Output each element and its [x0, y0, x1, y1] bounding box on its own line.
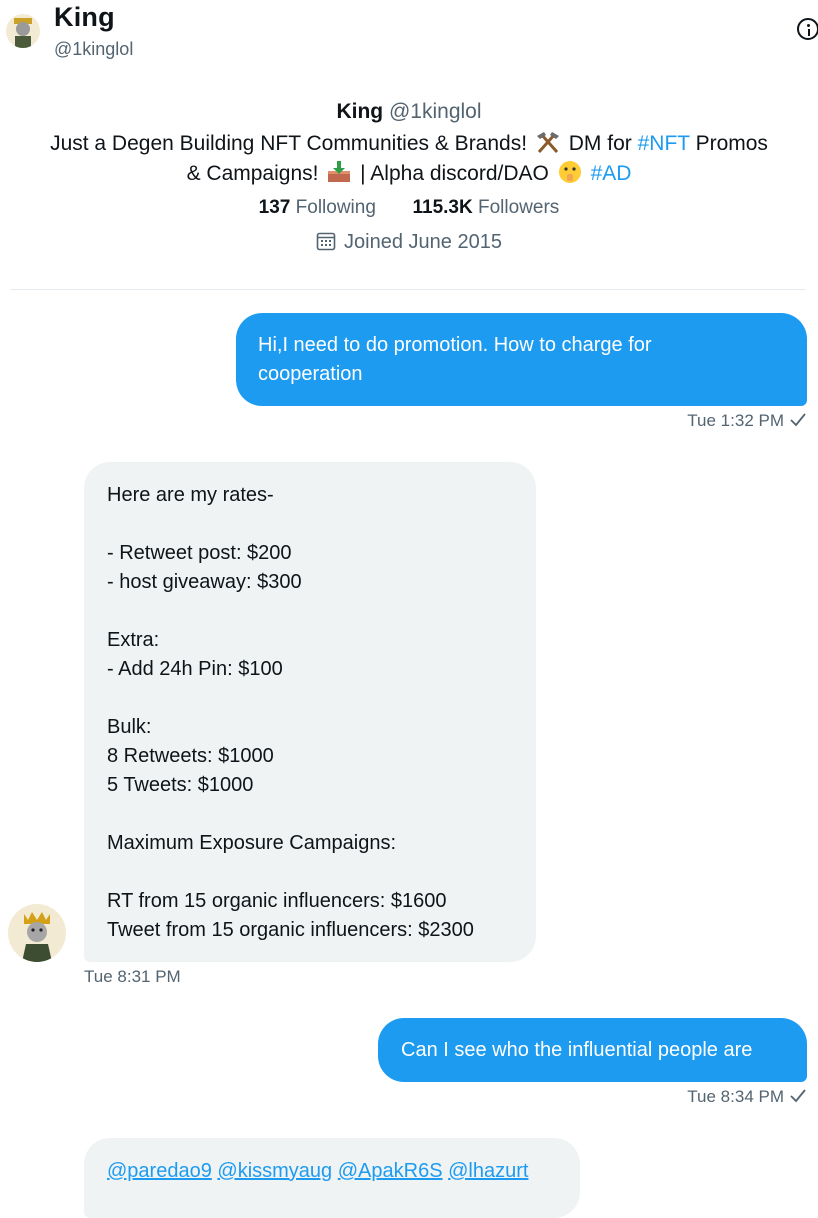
following-link[interactable]: 137 Following — [259, 197, 376, 218]
followers-link[interactable]: 115.3K Followers — [412, 197, 559, 218]
joined-text: Joined June 2015 — [344, 231, 502, 253]
message-bubble-incoming[interactable]: Here are my rates- - Retweet post: $200 … — [84, 462, 536, 962]
following-label: Following — [295, 197, 376, 218]
divider — [10, 289, 806, 290]
mention-link[interactable]: @paredao9 — [107, 1160, 212, 1182]
header-avatar[interactable] — [6, 14, 40, 48]
message-text — [107, 858, 513, 887]
bio-text: | Alpha discord/DAO — [360, 162, 549, 185]
check-icon — [790, 1088, 806, 1103]
profile-name-line[interactable]: King @1kinglol — [0, 95, 818, 129]
message-text: Here are my rates- — [107, 484, 274, 506]
following-count: 137 — [258, 197, 291, 218]
message-text: 5 Tweets: $1000 — [107, 774, 254, 796]
timestamp-text: Tue 8:31 PM — [84, 967, 181, 986]
hammer-pick-icon — [535, 130, 561, 154]
profile-bio: Just a Degen Building NFT Communities & … — [29, 129, 789, 189]
info-icon[interactable] — [797, 18, 818, 40]
timestamp-text: Tue 8:34 PM — [687, 1087, 784, 1106]
message-text: - Add 24h Pin: $100 — [107, 658, 283, 680]
message-text — [107, 800, 513, 829]
conversation-header: King @1kinglol — [0, 0, 818, 70]
mention-link[interactable]: @ApakR6S — [338, 1160, 443, 1182]
bio-text: & Campaigns! — [186, 162, 319, 185]
message-text: - Retweet post: $200 — [107, 542, 292, 564]
bio-text: Just a Degen Building NFT Communities & … — [50, 132, 528, 155]
calendar-icon — [316, 228, 336, 251]
message-text — [107, 510, 513, 539]
message-text: Maximum Exposure Campaigns: — [107, 832, 396, 854]
inbox-download-icon — [326, 160, 352, 184]
profile-name: King — [336, 100, 384, 123]
message-text: - host giveaway: $300 — [107, 571, 302, 593]
message-bubble-incoming[interactable]: @paredao9 @kissmyaug @ApakR6S @lhazurt — [84, 1138, 580, 1218]
bio-text: DM for — [568, 132, 632, 155]
message-text: Bulk: — [107, 716, 152, 738]
message-text: Can I see who the influential people are — [401, 1039, 753, 1061]
message-text: RT from 15 organic influencers: $1600 — [107, 890, 447, 912]
profile-stats: 137 Following 115.3K Followers — [0, 193, 818, 223]
joined-date: Joined June 2015 — [0, 225, 818, 259]
message-text: 8 Retweets: $1000 — [107, 745, 274, 767]
check-icon — [790, 412, 806, 427]
message-text — [107, 597, 513, 626]
message-bubble-outgoing[interactable]: Can I see who the influential people are — [378, 1018, 807, 1082]
followers-count: 115.3K — [412, 197, 473, 218]
message-timestamp: Tue 8:31 PM — [84, 967, 181, 987]
hashtag-link[interactable]: #NFT — [638, 132, 690, 155]
sender-avatar[interactable] — [8, 904, 66, 962]
hashtag-link[interactable]: #AD — [591, 162, 632, 185]
message-text: Extra: — [107, 629, 160, 651]
message-bubble-outgoing[interactable]: Hi,I need to do promotion. How to charge… — [236, 313, 807, 406]
mention-link[interactable]: @lhazurt — [448, 1160, 528, 1182]
bio-text: Promos — [695, 132, 768, 155]
message-text: cooperation — [258, 363, 363, 385]
conversation-handle: @1kinglol — [54, 39, 134, 59]
profile-summary: King @1kinglol Just a Degen Building NFT… — [0, 95, 818, 259]
followers-label: Followers — [478, 197, 560, 218]
timestamp-text: Tue 1:32 PM — [687, 411, 784, 430]
profile-handle: @1kinglol — [388, 100, 482, 123]
shushing-face-icon — [557, 160, 583, 184]
mention-link[interactable]: @kissmyaug — [217, 1160, 332, 1182]
conversation-title: King — [54, 2, 115, 32]
message-timestamp: Tue 1:32 PM — [600, 411, 806, 431]
message-text — [107, 684, 513, 713]
message-text: Tweet from 15 organic influencers: $2300 — [107, 919, 474, 941]
message-timestamp: Tue 8:34 PM — [600, 1087, 806, 1107]
message-text: Hi,I need to do promotion. How to charge… — [258, 334, 652, 356]
